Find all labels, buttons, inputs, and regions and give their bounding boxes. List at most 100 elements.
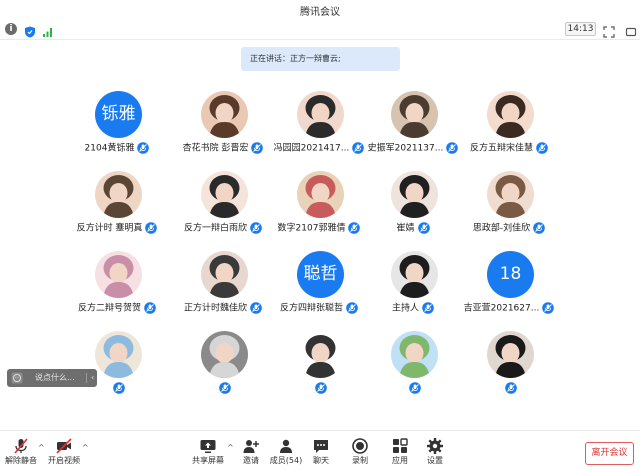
avatar-photo [201, 331, 248, 378]
collapse-arrow-icon[interactable]: ‹ [91, 369, 94, 387]
participant-name: 冯园园2021417... [273, 143, 350, 154]
participant-tile[interactable]: 反方计时 蹇明真 [57, 171, 177, 251]
participant-name-row: 吉亚萱2021627... [449, 302, 569, 315]
participant-tile[interactable]: 反方二辩号贺贺 [57, 251, 177, 331]
mic-muted-icon [14, 438, 28, 454]
mic-muted-icon [145, 222, 158, 234]
avatar-photo [201, 171, 248, 218]
window-title: 腾讯会议 [300, 7, 340, 18]
mic-muted-icon [137, 142, 150, 154]
participant-name-row: 2104黄铄雅 [57, 142, 177, 155]
start-video-button[interactable]: 开启视频 [44, 437, 84, 469]
share-screen-label: 共享屏幕 [192, 456, 224, 465]
participant-name: 主持人 [391, 303, 419, 314]
apps-label: 应用 [392, 456, 408, 465]
video-options-caret[interactable]: ^ [82, 443, 89, 452]
window-mode-icon[interactable] [625, 23, 637, 37]
avatar-initials: 聪哲 [297, 251, 344, 298]
avatar-photo [487, 91, 534, 138]
participant-name: 史振军2021137... [367, 143, 444, 154]
shield-icon[interactable] [24, 23, 36, 38]
avatar-photo [297, 91, 344, 138]
avatar-photo [95, 331, 142, 378]
info-icon[interactable]: i [5, 23, 17, 35]
unmute-button[interactable]: 解除静音 [1, 437, 41, 469]
participant-name: 正方计时魏佳欣 [183, 303, 247, 314]
participant-tile[interactable]: 反方五辩宋佳慧 [449, 91, 569, 171]
participant-tile[interactable]: 思政部-刘佳欣 [449, 171, 569, 251]
mic-muted-icon [144, 302, 156, 314]
avatar-photo [297, 331, 344, 378]
status-bar: i 14:13 [0, 18, 640, 40]
signal-icon[interactable] [42, 23, 54, 37]
mic-muted-icon [533, 222, 545, 234]
mic-muted-icon [408, 382, 421, 394]
mic-muted-icon [542, 302, 555, 314]
avatar-initials: 铄雅 [95, 91, 142, 138]
emoji-icon[interactable] [11, 372, 23, 384]
participant-name: 反方五辩宋佳慧 [469, 143, 533, 154]
participant-tile[interactable]: 铄雅 2104黄铄雅 [57, 91, 177, 171]
chat-icon [314, 440, 328, 453]
participant-name: 数字2107郭雅倩 [277, 223, 346, 234]
comment-placeholder: 说点什么... [35, 373, 75, 382]
chat-label: 聊天 [313, 456, 329, 465]
avatar-photo [95, 251, 142, 298]
mic-muted-icon [417, 222, 430, 234]
members-label: 成员(54) [269, 456, 303, 465]
participant-tile[interactable] [449, 331, 569, 411]
avatar-photo [391, 171, 438, 218]
avatar-photo [391, 251, 438, 298]
apps-icon [393, 438, 408, 453]
comment-divider [86, 373, 87, 383]
members-button[interactable]: 成员(54) [266, 437, 306, 469]
bottom-toolbar: 解除静音 ^ 开启视频 ^ 共享屏幕 ^ 邀请 成员(54) 聊天 录制 应用 … [0, 430, 640, 470]
participant-name-row: 反方计时 蹇明真 [57, 222, 177, 235]
participant-name: 反方四辩张聪哲 [279, 303, 343, 314]
leave-meeting-button[interactable]: 离开会议 [585, 442, 634, 465]
comment-input[interactable]: 说点什么... ‹ [7, 369, 97, 387]
mic-muted-icon [218, 382, 231, 394]
avatar-photo [95, 171, 142, 218]
start-video-label: 开启视频 [48, 456, 80, 465]
members-icon [280, 439, 292, 453]
avatar-photo [297, 171, 344, 218]
mic-muted-icon [504, 382, 517, 394]
chat-button[interactable]: 聊天 [301, 437, 341, 469]
speaking-banner: 正在讲话：正方一辩曹云; [241, 47, 400, 71]
participant-name-row: 思政部-刘佳欣 [449, 222, 569, 235]
record-label: 录制 [352, 456, 368, 465]
apps-button[interactable]: 应用 [380, 437, 420, 469]
record-icon [352, 438, 368, 454]
invite-button[interactable]: 邀请 [231, 437, 271, 469]
unmute-label: 解除静音 [5, 456, 37, 465]
settings-button[interactable]: 设置 [415, 437, 455, 469]
mic-muted-icon [422, 302, 434, 314]
participant-name-row: 反方二辩号贺贺 [57, 302, 177, 315]
avatar-photo [391, 91, 438, 138]
mic-muted-icon [536, 142, 548, 154]
participant-name-row [449, 382, 569, 395]
camera-off-icon [56, 438, 72, 454]
participant-name: 反方计时 蹇明真 [76, 223, 143, 234]
avatar-photo [487, 171, 534, 218]
invite-label: 邀请 [243, 456, 259, 465]
participant-name: 思政部-刘佳欣 [472, 223, 531, 234]
participant-name: 反方一辩白雨欣 [183, 223, 247, 234]
gear-icon [427, 438, 443, 454]
participant-name: 崔婧 [396, 223, 415, 234]
mic-muted-icon [112, 382, 125, 394]
participant-name-row: 反方五辩宋佳慧 [449, 142, 569, 155]
avatar-initials: 18 [487, 251, 534, 298]
avatar-photo [201, 91, 248, 138]
mic-muted-icon [314, 382, 327, 394]
participant-name: 吉亚萱2021627... [463, 303, 540, 314]
share-screen-button[interactable]: 共享屏幕 [188, 437, 228, 469]
avatar-photo [487, 331, 534, 378]
participant-name: 2104黄铄雅 [84, 143, 135, 154]
record-button[interactable]: 录制 [340, 437, 380, 469]
participant-tile[interactable]: 18 吉亚萱2021627... [449, 251, 569, 331]
fullscreen-icon[interactable] [603, 23, 615, 38]
avatar-photo [391, 331, 438, 378]
settings-label: 设置 [427, 456, 443, 465]
